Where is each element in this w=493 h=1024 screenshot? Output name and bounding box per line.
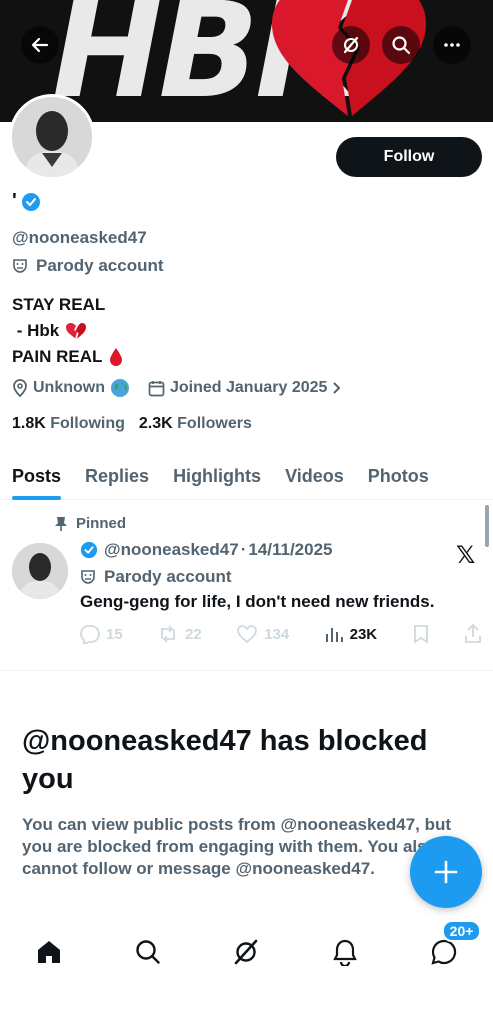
bio-line-1: STAY REAL bbox=[12, 295, 106, 314]
analytics-icon bbox=[325, 628, 343, 642]
verified-badge-icon bbox=[21, 192, 40, 211]
search-icon bbox=[392, 36, 411, 55]
like-button[interactable]: 134 bbox=[236, 624, 289, 644]
bottom-nav: 20+ bbox=[0, 920, 493, 982]
bell-icon bbox=[333, 939, 357, 966]
bio-line-3: PAIN REAL bbox=[12, 347, 103, 366]
parody-label: Parody account bbox=[12, 256, 164, 276]
repost-icon bbox=[161, 625, 175, 643]
pinned-label: Pinned bbox=[54, 515, 126, 532]
home-icon bbox=[38, 941, 61, 963]
avatar-photo bbox=[12, 543, 68, 599]
heart-icon bbox=[237, 625, 258, 644]
pin-icon bbox=[55, 516, 67, 531]
display-name: ' bbox=[12, 190, 17, 212]
views-button[interactable]: 23K bbox=[324, 624, 377, 644]
profile-handle: @nooneasked47 bbox=[12, 228, 147, 247]
broken-heart-icon bbox=[66, 323, 87, 339]
post-separator: · bbox=[240, 540, 247, 559]
tab-posts[interactable]: Posts bbox=[0, 452, 73, 500]
chevron-right-icon bbox=[333, 382, 341, 394]
bookmark-icon bbox=[413, 625, 428, 644]
search-button[interactable] bbox=[382, 26, 420, 64]
blocked-message: You can view public posts from @nooneask… bbox=[22, 815, 452, 878]
grok-icon bbox=[235, 939, 258, 965]
profile-tabs: Posts Replies Highlights Videos Photos bbox=[0, 452, 493, 500]
profile-meta: Unknown Joined January 2025 bbox=[12, 378, 342, 398]
tab-highlights[interactable]: Highlights bbox=[161, 452, 273, 500]
reply-button[interactable]: 15 bbox=[78, 624, 123, 644]
avatar-photo bbox=[12, 97, 92, 177]
post-date[interactable]: 14/11/2025 bbox=[248, 540, 332, 560]
nav-home[interactable] bbox=[29, 932, 69, 972]
joined-date[interactable]: Joined January 2025 bbox=[148, 379, 342, 397]
plus-icon bbox=[434, 860, 458, 884]
scroll-indicator[interactable] bbox=[485, 505, 489, 547]
post-actions: 15 22 134 23K bbox=[78, 624, 482, 644]
post-avatar[interactable] bbox=[12, 543, 68, 599]
messages-badge: 20+ bbox=[441, 920, 482, 942]
globe-icon bbox=[111, 379, 129, 397]
mask-icon bbox=[81, 570, 95, 584]
grok-icon bbox=[343, 36, 359, 54]
tab-replies[interactable]: Replies bbox=[73, 452, 161, 500]
search-icon bbox=[136, 940, 160, 964]
calendar-icon bbox=[148, 380, 165, 396]
x-logo-icon: 𝕏 bbox=[456, 542, 476, 569]
location: Unknown bbox=[12, 378, 130, 398]
more-button[interactable] bbox=[433, 26, 471, 64]
nav-messages[interactable]: 20+ bbox=[424, 920, 482, 972]
more-icon bbox=[444, 43, 460, 47]
profile-stats: 1.8K Following 2.3K Followers bbox=[12, 415, 252, 433]
back-arrow-icon bbox=[31, 37, 49, 53]
blood-drop-icon bbox=[110, 348, 123, 366]
following-stat[interactable]: 1.8K Following bbox=[12, 415, 125, 433]
profile-bio: STAY REAL - Hbk PAIN REAL bbox=[12, 292, 124, 370]
nav-grok[interactable] bbox=[226, 932, 266, 972]
divider bbox=[0, 670, 493, 671]
location-icon bbox=[13, 379, 27, 397]
mask-icon bbox=[13, 259, 27, 273]
nav-search[interactable] bbox=[128, 932, 168, 972]
profile-avatar[interactable] bbox=[9, 94, 95, 180]
post-text: Geng-geng for life, I don't need new fri… bbox=[80, 592, 435, 611]
blocked-title: @nooneasked47 has blocked you bbox=[22, 725, 428, 795]
repost-button[interactable]: 22 bbox=[157, 624, 202, 644]
chat-icon bbox=[431, 939, 456, 965]
compose-button[interactable] bbox=[410, 836, 482, 908]
tab-photos[interactable]: Photos bbox=[356, 452, 441, 500]
reply-icon bbox=[80, 625, 100, 644]
back-button[interactable] bbox=[21, 26, 59, 64]
post-handle[interactable]: @nooneasked47 bbox=[104, 540, 239, 560]
nav-notifications[interactable] bbox=[325, 932, 365, 972]
share-button[interactable] bbox=[464, 624, 482, 644]
post-header: @nooneasked47 · 14/11/2025 bbox=[80, 540, 333, 560]
bookmark-button[interactable] bbox=[412, 624, 430, 644]
follow-button[interactable]: Follow bbox=[336, 137, 482, 177]
share-icon bbox=[465, 624, 481, 643]
tab-videos[interactable]: Videos bbox=[273, 452, 356, 500]
post-parody-label: Parody account bbox=[80, 567, 232, 587]
display-name-row: ' bbox=[12, 190, 41, 213]
bio-line-2: - Hbk bbox=[12, 321, 60, 340]
verified-badge-icon bbox=[80, 541, 98, 559]
grok-button[interactable] bbox=[332, 26, 370, 64]
followers-stat[interactable]: 2.3K Followers bbox=[139, 415, 252, 433]
